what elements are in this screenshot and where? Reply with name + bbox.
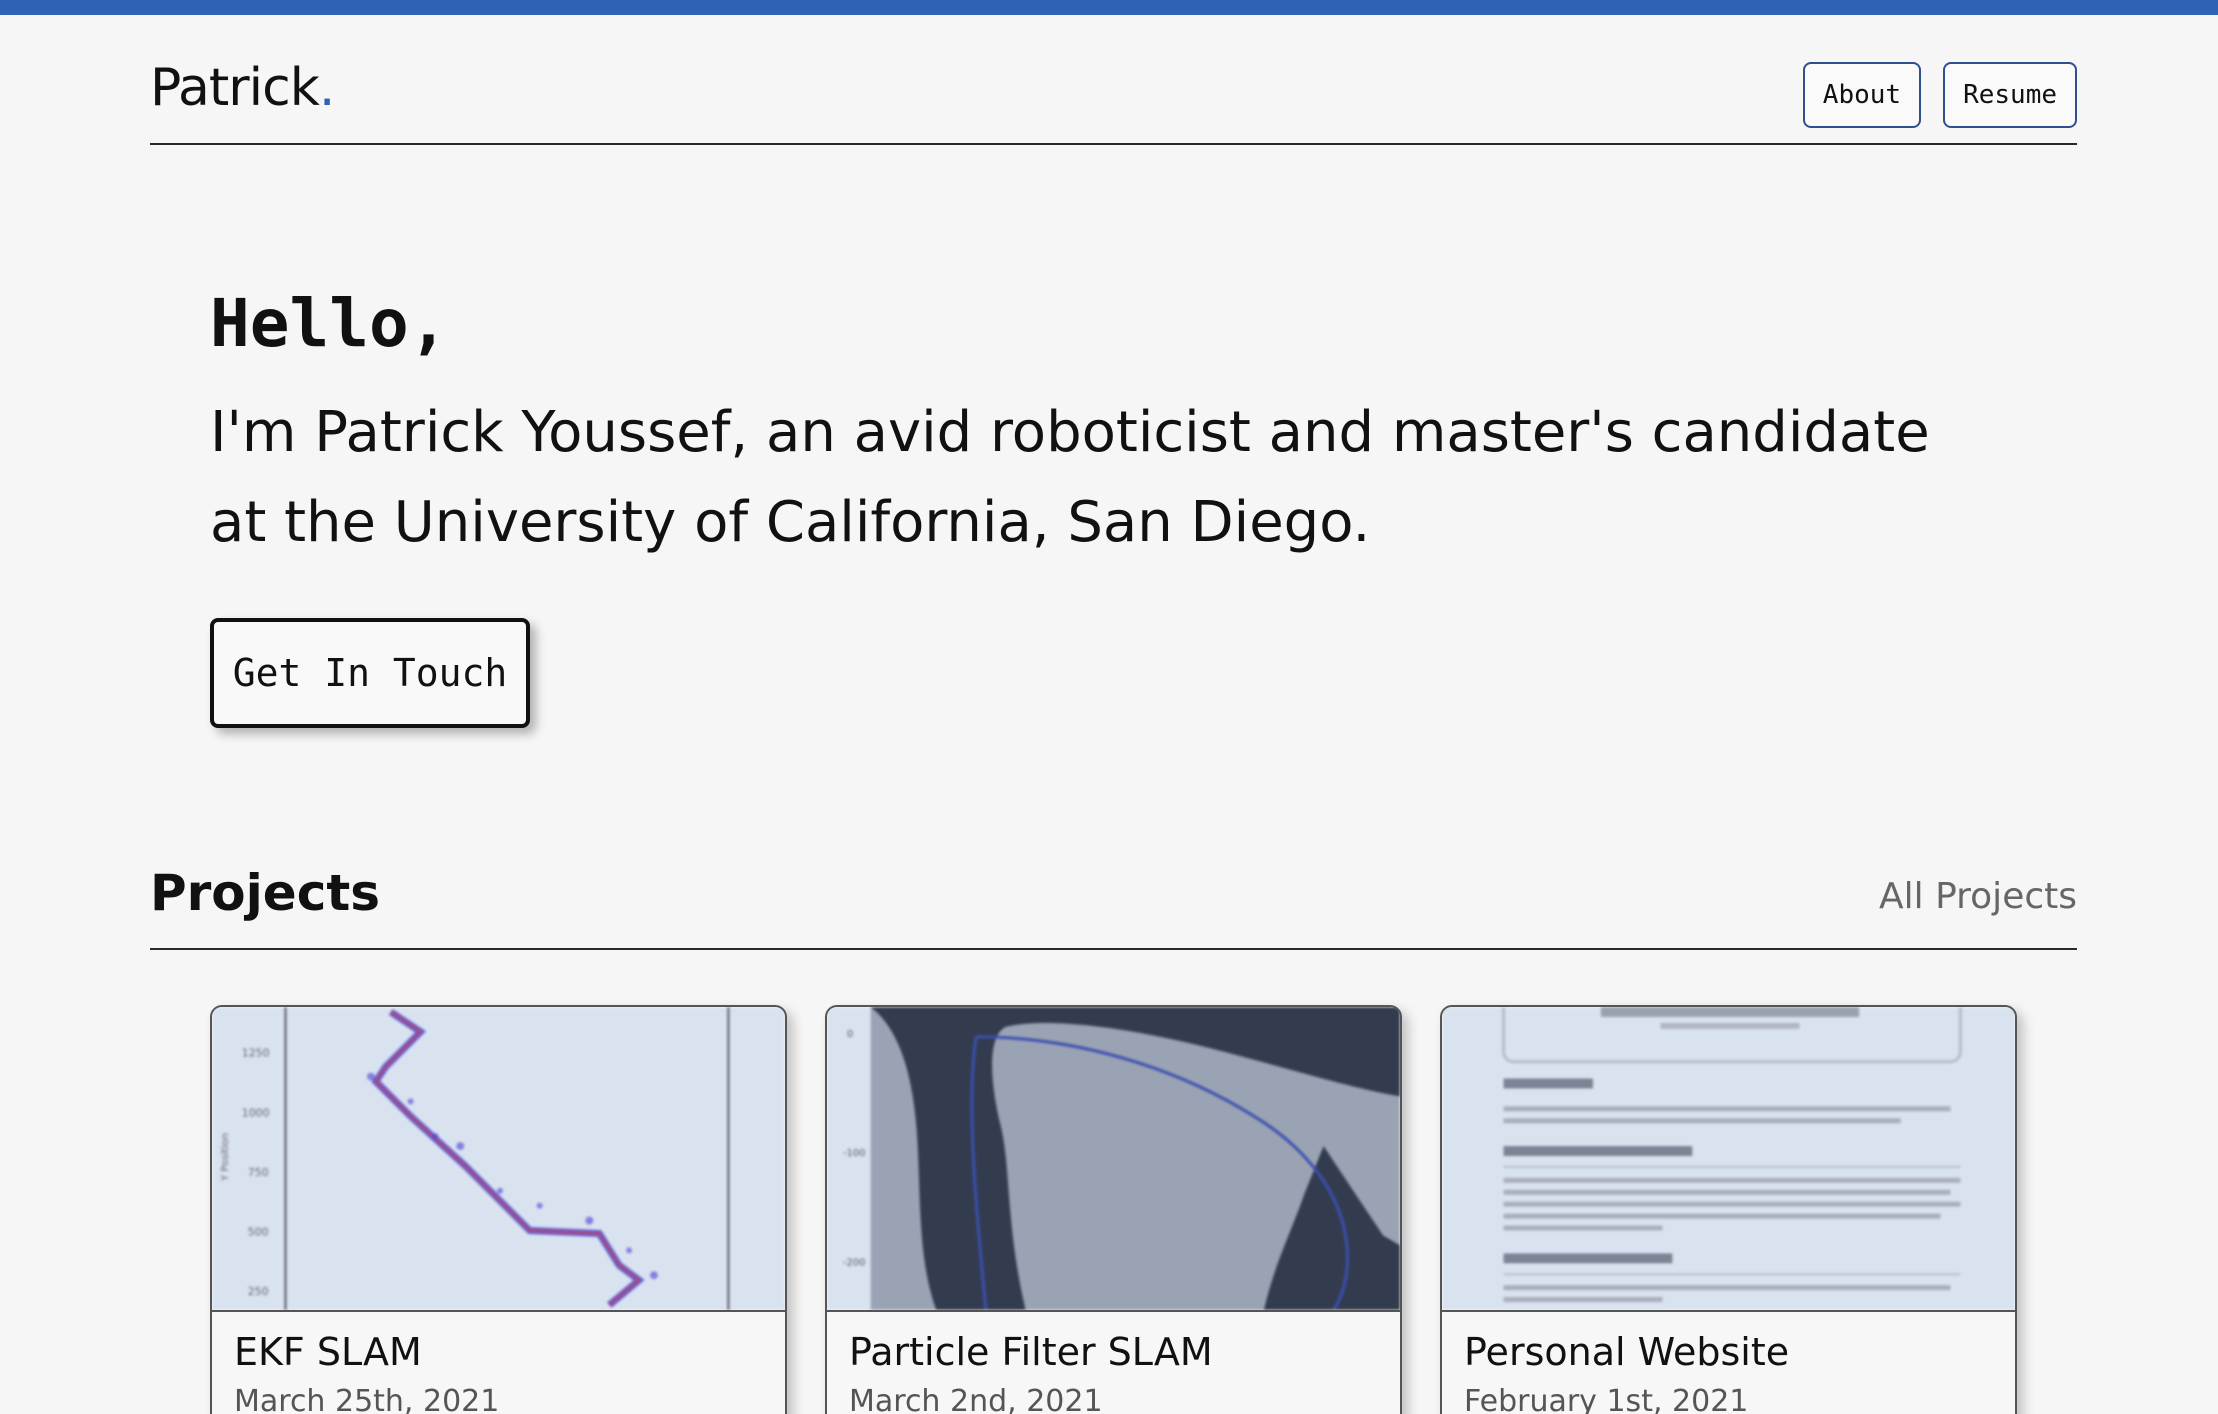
project-title: Particle Filter SLAM — [849, 1330, 1213, 1374]
svg-text:1000: 1000 — [242, 1106, 270, 1119]
personal-website-thumbnail — [1442, 1007, 2015, 1312]
svg-text:1250: 1250 — [242, 1047, 270, 1060]
svg-text:0: 0 — [847, 1029, 853, 1040]
particle-filter-slam-thumbnail: 0 -100 -200 — [827, 1007, 1400, 1312]
project-cards: 1250 1000 750 500 250 Y Position EKF SLA… — [210, 1005, 2017, 1414]
projects-section-header: Projects All Projects — [150, 860, 2077, 950]
about-button[interactable]: About — [1802, 62, 1922, 128]
hero-greeting: Hello, — [210, 285, 449, 362]
project-card-personal-website[interactable]: Personal Website February 1st, 2021 — [1440, 1005, 2017, 1414]
project-date: March 2nd, 2021 — [849, 1384, 1103, 1414]
project-date: March 25th, 2021 — [234, 1384, 500, 1414]
svg-text:750: 750 — [248, 1166, 269, 1179]
main-nav: About Resume — [1802, 62, 2077, 128]
project-card-ekf-slam[interactable]: 1250 1000 750 500 250 Y Position EKF SLA… — [210, 1005, 787, 1414]
svg-text:-200: -200 — [843, 1257, 866, 1268]
project-title: EKF SLAM — [234, 1330, 422, 1374]
resume-button[interactable]: Resume — [1943, 62, 2077, 128]
project-card-particle-filter-slam[interactable]: 0 -100 -200 Particle Filter SLAM March 2nd… — [825, 1005, 1402, 1414]
project-title: Personal Website — [1464, 1330, 1790, 1374]
top-accent-bar — [0, 0, 2218, 15]
brand-name: Patrick — [150, 58, 320, 118]
svg-text:-100: -100 — [843, 1148, 866, 1159]
get-in-touch-button[interactable]: Get In Touch — [210, 618, 530, 728]
projects-title: Projects — [150, 864, 381, 922]
brand-logo[interactable]: Patrick. — [150, 58, 336, 118]
ekf-slam-thumbnail: 1250 1000 750 500 250 Y Position — [212, 1007, 785, 1312]
svg-text:500: 500 — [248, 1225, 269, 1238]
site-header: Patrick. About Resume — [150, 58, 2077, 145]
project-date: February 1st, 2021 — [1464, 1384, 1749, 1414]
hero-intro: I'm Patrick Youssef, an avid roboticist … — [210, 400, 1930, 555]
svg-text:250: 250 — [248, 1285, 269, 1298]
all-projects-link[interactable]: All Projects — [1879, 876, 2077, 917]
svg-text:Y Position: Y Position — [220, 1133, 231, 1182]
brand-dot: . — [318, 58, 336, 118]
